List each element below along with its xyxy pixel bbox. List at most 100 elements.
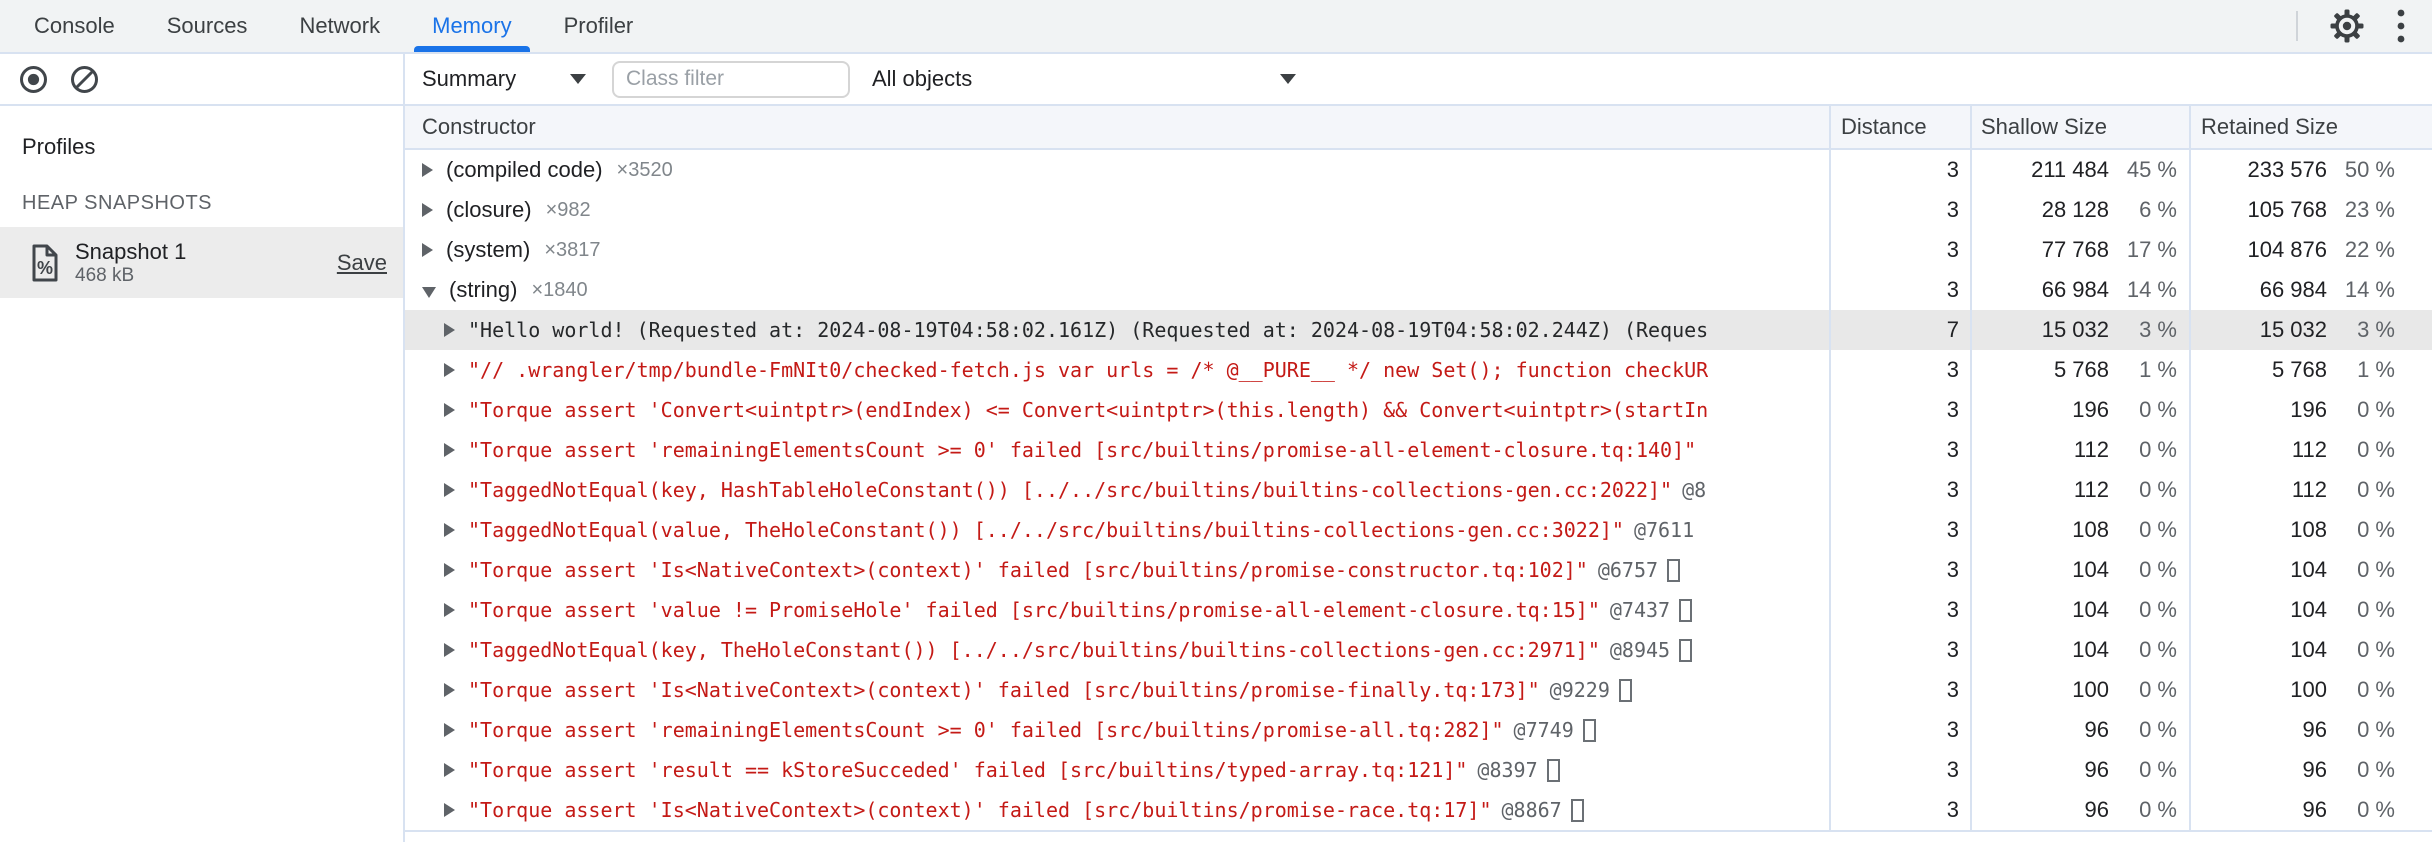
retained-size-percent: 0 % <box>2357 717 2395 742</box>
table-row[interactable]: "Torque assert 'Is<NativeContext>(contex… <box>405 790 2432 830</box>
tab-console[interactable]: Console <box>8 0 141 52</box>
missing-glyph-box-icon <box>1667 558 1681 582</box>
kebab-menu-icon[interactable] <box>2396 8 2406 44</box>
shallow-size-cell: 100 0 % <box>1970 670 2189 710</box>
constructor-cell: "Torque assert 'Convert<uintptr>(endInde… <box>405 390 1829 430</box>
column-header-constructor[interactable]: Constructor <box>405 106 1829 148</box>
expand-arrow-icon[interactable] <box>422 203 433 217</box>
table-row[interactable]: "Torque assert 'value != PromiseHole' fa… <box>405 590 2432 630</box>
column-header-shallow-size[interactable]: Shallow Size <box>1970 106 2189 148</box>
objects-select[interactable]: All objects <box>872 66 1296 92</box>
distance-value: 3 <box>1946 397 1959 422</box>
shallow-size-percent: 17 % <box>2126 237 2177 262</box>
retained-size-cell: 108 0 % <box>2189 510 2432 550</box>
retained-size-cell: 100 0 % <box>2189 670 2432 710</box>
table-row[interactable]: "Torque assert 'remainingElementsCount >… <box>405 430 2432 470</box>
distance-cell: 7 <box>1829 310 1970 350</box>
table-row[interactable]: (compiled code) ×3520 3 211 484 45 % 233… <box>405 150 2432 190</box>
tab-profiler[interactable]: Profiler <box>538 0 660 52</box>
retained-size-percent: 0 % <box>2357 397 2395 422</box>
string-value: "Torque assert 'result == kStoreSucceded… <box>468 758 1468 782</box>
distance-cell: 3 <box>1829 350 1970 390</box>
expand-arrow-icon[interactable] <box>444 723 455 737</box>
expand-arrow-icon[interactable] <box>422 286 436 298</box>
snapshot-name: Snapshot 1 <box>75 238 187 264</box>
chevron-down-icon <box>1280 74 1296 84</box>
expand-arrow-icon[interactable] <box>422 243 433 257</box>
table-row[interactable]: "TaggedNotEqual(value, TheHoleConstant()… <box>405 510 2432 550</box>
column-header-distance[interactable]: Distance <box>1829 106 1970 148</box>
table-row[interactable]: "Torque assert 'remainingElementsCount >… <box>405 710 2432 750</box>
shallow-size-cell: 108 0 % <box>1970 510 2189 550</box>
retained-size-percent: 50 % <box>2344 157 2395 182</box>
retained-size-cell: 112 0 % <box>2189 430 2432 470</box>
expand-arrow-icon[interactable] <box>444 803 455 817</box>
missing-glyph-box-icon <box>1679 638 1693 662</box>
expand-arrow-icon[interactable] <box>444 683 455 697</box>
retained-size-cell: 96 0 % <box>2189 710 2432 750</box>
table-row[interactable]: (closure) ×982 3 28 128 6 % 105 768 23 % <box>405 190 2432 230</box>
shallow-size-value: 108 <box>2072 517 2109 542</box>
table-row[interactable]: "TaggedNotEqual(key, HashTableHoleConsta… <box>405 470 2432 510</box>
table-row[interactable]: "Torque assert 'result == kStoreSucceded… <box>405 750 2432 790</box>
retained-size-percent: 3 % <box>2357 317 2395 342</box>
tab-network[interactable]: Network <box>273 0 406 52</box>
retained-size-value: 96 <box>2302 717 2327 742</box>
class-filter-input[interactable] <box>612 60 850 98</box>
retained-size-percent: 0 % <box>2357 557 2395 582</box>
constructor-rows: (compiled code) ×3520 3 211 484 45 % 233… <box>405 150 2432 832</box>
expand-arrow-icon[interactable] <box>444 363 455 377</box>
gear-icon[interactable] <box>2328 7 2366 45</box>
table-row[interactable]: "Torque assert 'Is<NativeContext>(contex… <box>405 550 2432 590</box>
distance-value: 3 <box>1946 597 1959 622</box>
clear-profiles-icon[interactable] <box>69 64 100 95</box>
save-snapshot-link[interactable]: Save <box>337 250 387 276</box>
object-id: @8 <box>1682 478 1707 502</box>
constructor-cell: "Torque assert 'Is<NativeContext>(contex… <box>405 670 1829 710</box>
retained-size-percent: 0 % <box>2357 437 2395 462</box>
retained-size-percent: 0 % <box>2357 477 2395 502</box>
retained-size-cell: 112 0 % <box>2189 470 2432 510</box>
expand-arrow-icon[interactable] <box>444 323 455 337</box>
table-row[interactable]: (system) ×3817 3 77 768 17 % 104 876 22 … <box>405 230 2432 270</box>
expand-arrow-icon[interactable] <box>444 763 455 777</box>
retained-size-cell: 233 576 50 % <box>2189 150 2432 190</box>
table-row[interactable]: "Hello world! (Requested at: 2024-08-19T… <box>405 310 2432 350</box>
distance-value: 3 <box>1946 157 1959 182</box>
expand-arrow-icon[interactable] <box>444 643 455 657</box>
constructor-cell: "Torque assert 'value != PromiseHole' fa… <box>405 590 1829 630</box>
record-heap-snapshot-icon[interactable] <box>18 64 49 95</box>
table-row[interactable]: "// .wrangler/tmp/bundle-FmNIt0/checked-… <box>405 350 2432 390</box>
snapshot-list-item[interactable]: % Snapshot 1 468 kB Save <box>0 227 403 298</box>
tabbar-actions <box>2296 0 2432 52</box>
distance-cell: 3 <box>1829 270 1970 310</box>
distance-cell: 3 <box>1829 390 1970 430</box>
table-row[interactable]: "Torque assert 'Is<NativeContext>(contex… <box>405 670 2432 710</box>
column-header-retained-size[interactable]: Retained Size <box>2189 106 2432 148</box>
table-row[interactable]: "Torque assert 'Convert<uintptr>(endInde… <box>405 390 2432 430</box>
tab-sources[interactable]: Sources <box>141 0 274 52</box>
table-row[interactable]: (string) ×1840 3 66 984 14 % 66 984 14 % <box>405 270 2432 310</box>
expand-arrow-icon[interactable] <box>444 563 455 577</box>
retained-size-value: 233 576 <box>2247 157 2327 182</box>
expand-arrow-icon[interactable] <box>422 163 433 177</box>
expand-arrow-icon[interactable] <box>444 483 455 497</box>
profiles-title: Profiles <box>22 134 96 159</box>
perspective-select[interactable]: Summary <box>422 66 586 92</box>
shallow-size-value: 104 <box>2072 637 2109 662</box>
distance-value: 3 <box>1946 237 1959 262</box>
distance-cell: 3 <box>1829 750 1970 790</box>
string-value: "Torque assert 'Is<NativeContext>(contex… <box>468 798 1492 822</box>
distance-value: 3 <box>1946 357 1959 382</box>
distance-cell: 3 <box>1829 710 1970 750</box>
distance-value: 3 <box>1946 277 1959 302</box>
retained-size-cell: 105 768 23 % <box>2189 190 2432 230</box>
expand-arrow-icon[interactable] <box>444 603 455 617</box>
tab-memory[interactable]: Memory <box>406 0 537 52</box>
retained-size-cell: 196 0 % <box>2189 390 2432 430</box>
distance-value: 3 <box>1946 437 1959 462</box>
expand-arrow-icon[interactable] <box>444 523 455 537</box>
expand-arrow-icon[interactable] <box>444 443 455 457</box>
expand-arrow-icon[interactable] <box>444 403 455 417</box>
table-row[interactable]: "TaggedNotEqual(key, TheHoleConstant()) … <box>405 630 2432 670</box>
